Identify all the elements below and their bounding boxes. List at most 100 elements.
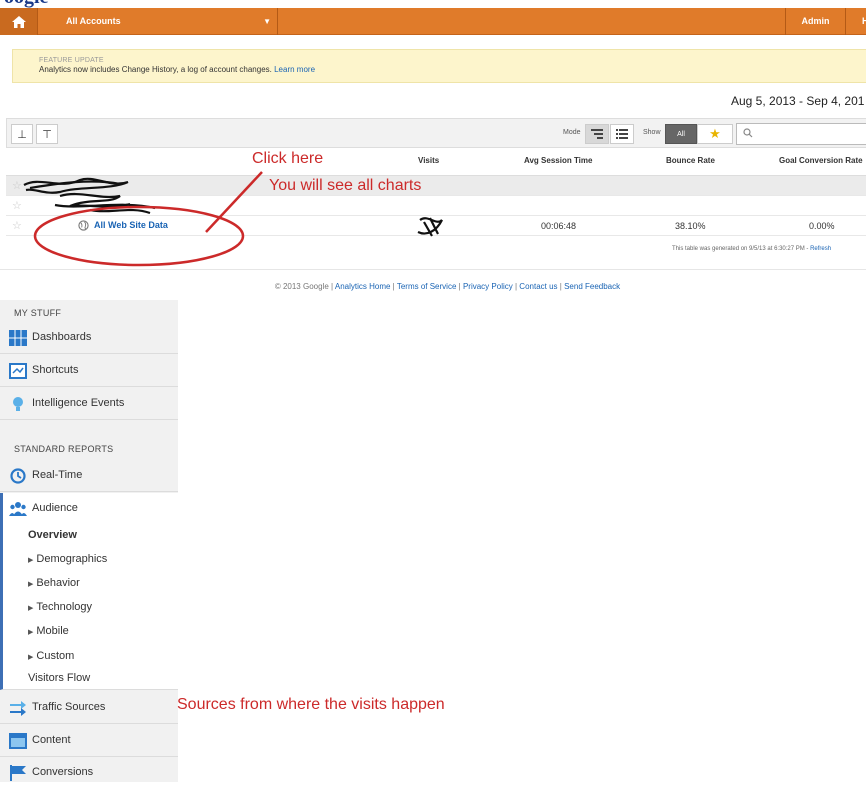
bounce-rate-value: 38.10% [675, 221, 706, 231]
caret-right-icon: ▶ [28, 605, 34, 612]
banner-text: Analytics now includes Change History, a… [39, 65, 866, 74]
sidebar-item-label: Traffic Sources [32, 701, 106, 713]
audience-overview[interactable]: Overview [28, 529, 77, 541]
page-header-cut: oogle [0, 0, 80, 8]
show-all-button[interactable]: All [665, 124, 697, 144]
audience-custom-label: Custom [36, 650, 75, 662]
sidebar-item-audience[interactable]: Audience [0, 493, 178, 690]
footer-link-terms[interactable]: Terms of Service [397, 282, 457, 291]
star-icon[interactable]: ☆ [12, 219, 22, 232]
sidebar-item-intelligence-events[interactable]: Intelligence Events [0, 388, 178, 420]
sidebar-item-conversions[interactable]: Conversions [0, 757, 178, 789]
content-icon [9, 733, 27, 749]
star-icon[interactable]: ☆ [12, 179, 22, 192]
top-navigation-bar: All Accounts ▼ Admin H [0, 8, 866, 35]
expand-all-icon: ⊥ [17, 128, 27, 141]
audience-icon [9, 502, 27, 516]
footer-divider [0, 269, 866, 270]
footer-link-feedback[interactable]: Send Feedback [564, 282, 620, 291]
audience-behavior[interactable]: ▶ Behavior [28, 577, 80, 589]
learn-more-link[interactable]: Learn more [274, 65, 315, 74]
column-goal-conversion-rate[interactable]: Goal Conversion Rate [779, 156, 863, 165]
audience-mobile-label: Mobile [36, 625, 69, 637]
table-row[interactable]: ☆ [6, 176, 866, 196]
list-view-icon [616, 129, 628, 139]
lightbulb-icon [13, 397, 23, 411]
mode-tree-button[interactable] [585, 124, 609, 144]
footer-link-contact[interactable]: Contact us [519, 282, 557, 291]
caret-right-icon: ▶ [28, 581, 34, 588]
home-button[interactable] [0, 8, 38, 35]
realtime-icon [10, 468, 26, 484]
sidebar-item-label: Dashboards [32, 331, 92, 343]
audience-technology[interactable]: ▶ Technology [28, 601, 92, 613]
section-my-stuff: MY STUFF [14, 308, 62, 318]
home-icon [11, 15, 26, 28]
banner-title: FEATURE UPDATE [39, 57, 104, 64]
sidebar-item-real-time[interactable]: Real-Time [0, 460, 178, 492]
footer-separator: | [458, 282, 461, 291]
star-icon[interactable]: ☆ [12, 199, 22, 212]
sidebar-item-content[interactable]: Content [0, 725, 178, 757]
help-link[interactable]: H [845, 8, 866, 35]
audience-behavior-label: Behavior [36, 577, 80, 589]
caret-right-icon: ▶ [28, 557, 34, 564]
mode-list-button[interactable] [610, 124, 634, 144]
all-web-site-data-link[interactable]: All Web Site Data [94, 220, 168, 230]
mode-label: Mode [563, 129, 581, 136]
audience-demographics[interactable]: ▶ Demographics [28, 553, 107, 565]
copyright: © 2013 Google | [274, 282, 334, 291]
goal-conversion-value: 0.00% [809, 221, 835, 231]
sidebar-item-dashboards[interactable]: Dashboards [0, 322, 178, 354]
globe-icon [78, 220, 89, 231]
column-bounce-rate[interactable]: Bounce Rate [666, 156, 715, 165]
dashboards-icon [9, 330, 27, 346]
section-standard-reports: STANDARD REPORTS [14, 444, 114, 454]
audience-demographics-label: Demographics [36, 553, 108, 565]
table-toolbar: ⊥ ⊤ Mode Show All ★ [6, 118, 866, 148]
sidebar-item-label: Intelligence Events [32, 397, 125, 409]
column-avg-session-time[interactable]: Avg Session Time [524, 156, 592, 165]
traffic-sources-icon [10, 701, 26, 716]
flag-icon [10, 765, 26, 781]
table-row[interactable]: ☆ All Web Site Data 00:06:48 38.10% 0.00… [6, 216, 866, 236]
sidebar: MY STUFF Dashboards Shortcuts Intelligen… [0, 300, 178, 782]
chevron-down-icon: ▼ [263, 17, 271, 26]
footer: © 2013 Google | Analytics Home | Terms o… [0, 282, 866, 291]
sidebar-item-label: Conversions [32, 766, 94, 778]
search-icon [743, 128, 753, 138]
footer-link-analytics-home[interactable]: Analytics Home [335, 282, 391, 291]
footer-link-privacy[interactable]: Privacy Policy [463, 282, 513, 291]
date-range[interactable]: Aug 5, 2013 - Sep 4, 201 [731, 94, 864, 108]
banner-message: Analytics now includes Change History, a… [39, 65, 272, 74]
show-starred-button[interactable]: ★ [697, 124, 733, 144]
sidebar-item-shortcuts[interactable]: Shortcuts [0, 355, 178, 387]
generated-note: This table was generated on 9/5/13 at 6:… [672, 246, 831, 252]
search-input[interactable] [736, 123, 866, 145]
refresh-link[interactable]: Refresh [810, 246, 831, 252]
audience-visitors-flow[interactable]: Visitors Flow [28, 672, 90, 684]
avg-session-time-value: 00:06:48 [541, 221, 577, 231]
account-selector-label: All Accounts [66, 16, 121, 26]
accounts-table: ⊥ ⊤ Mode Show All ★ Visits Avg Session T… [6, 118, 866, 252]
admin-link[interactable]: Admin [785, 8, 845, 35]
tree-view-icon [591, 129, 603, 139]
footer-separator: | [514, 282, 518, 291]
audience-technology-label: Technology [36, 601, 93, 613]
sidebar-item-label: Real-Time [32, 469, 83, 481]
shortcuts-icon [9, 363, 27, 379]
audience-custom[interactable]: ▶ Custom [28, 650, 74, 662]
expand-all-button[interactable]: ⊥ [11, 124, 33, 144]
column-visits[interactable]: Visits [418, 156, 439, 165]
caret-right-icon: ▶ [28, 629, 34, 636]
account-selector[interactable]: All Accounts ▼ [38, 8, 278, 35]
caret-right-icon: ▶ [28, 654, 34, 661]
sidebar-item-label: Content [32, 734, 71, 746]
show-label: Show [643, 129, 661, 136]
footer-separator: | [392, 282, 395, 291]
star-icon: ★ [709, 126, 721, 141]
sidebar-item-traffic-sources[interactable]: Traffic Sources [0, 692, 178, 724]
table-row[interactable]: ☆ [6, 196, 866, 216]
collapse-all-button[interactable]: ⊤ [36, 124, 58, 144]
audience-mobile[interactable]: ▶ Mobile [28, 625, 69, 637]
